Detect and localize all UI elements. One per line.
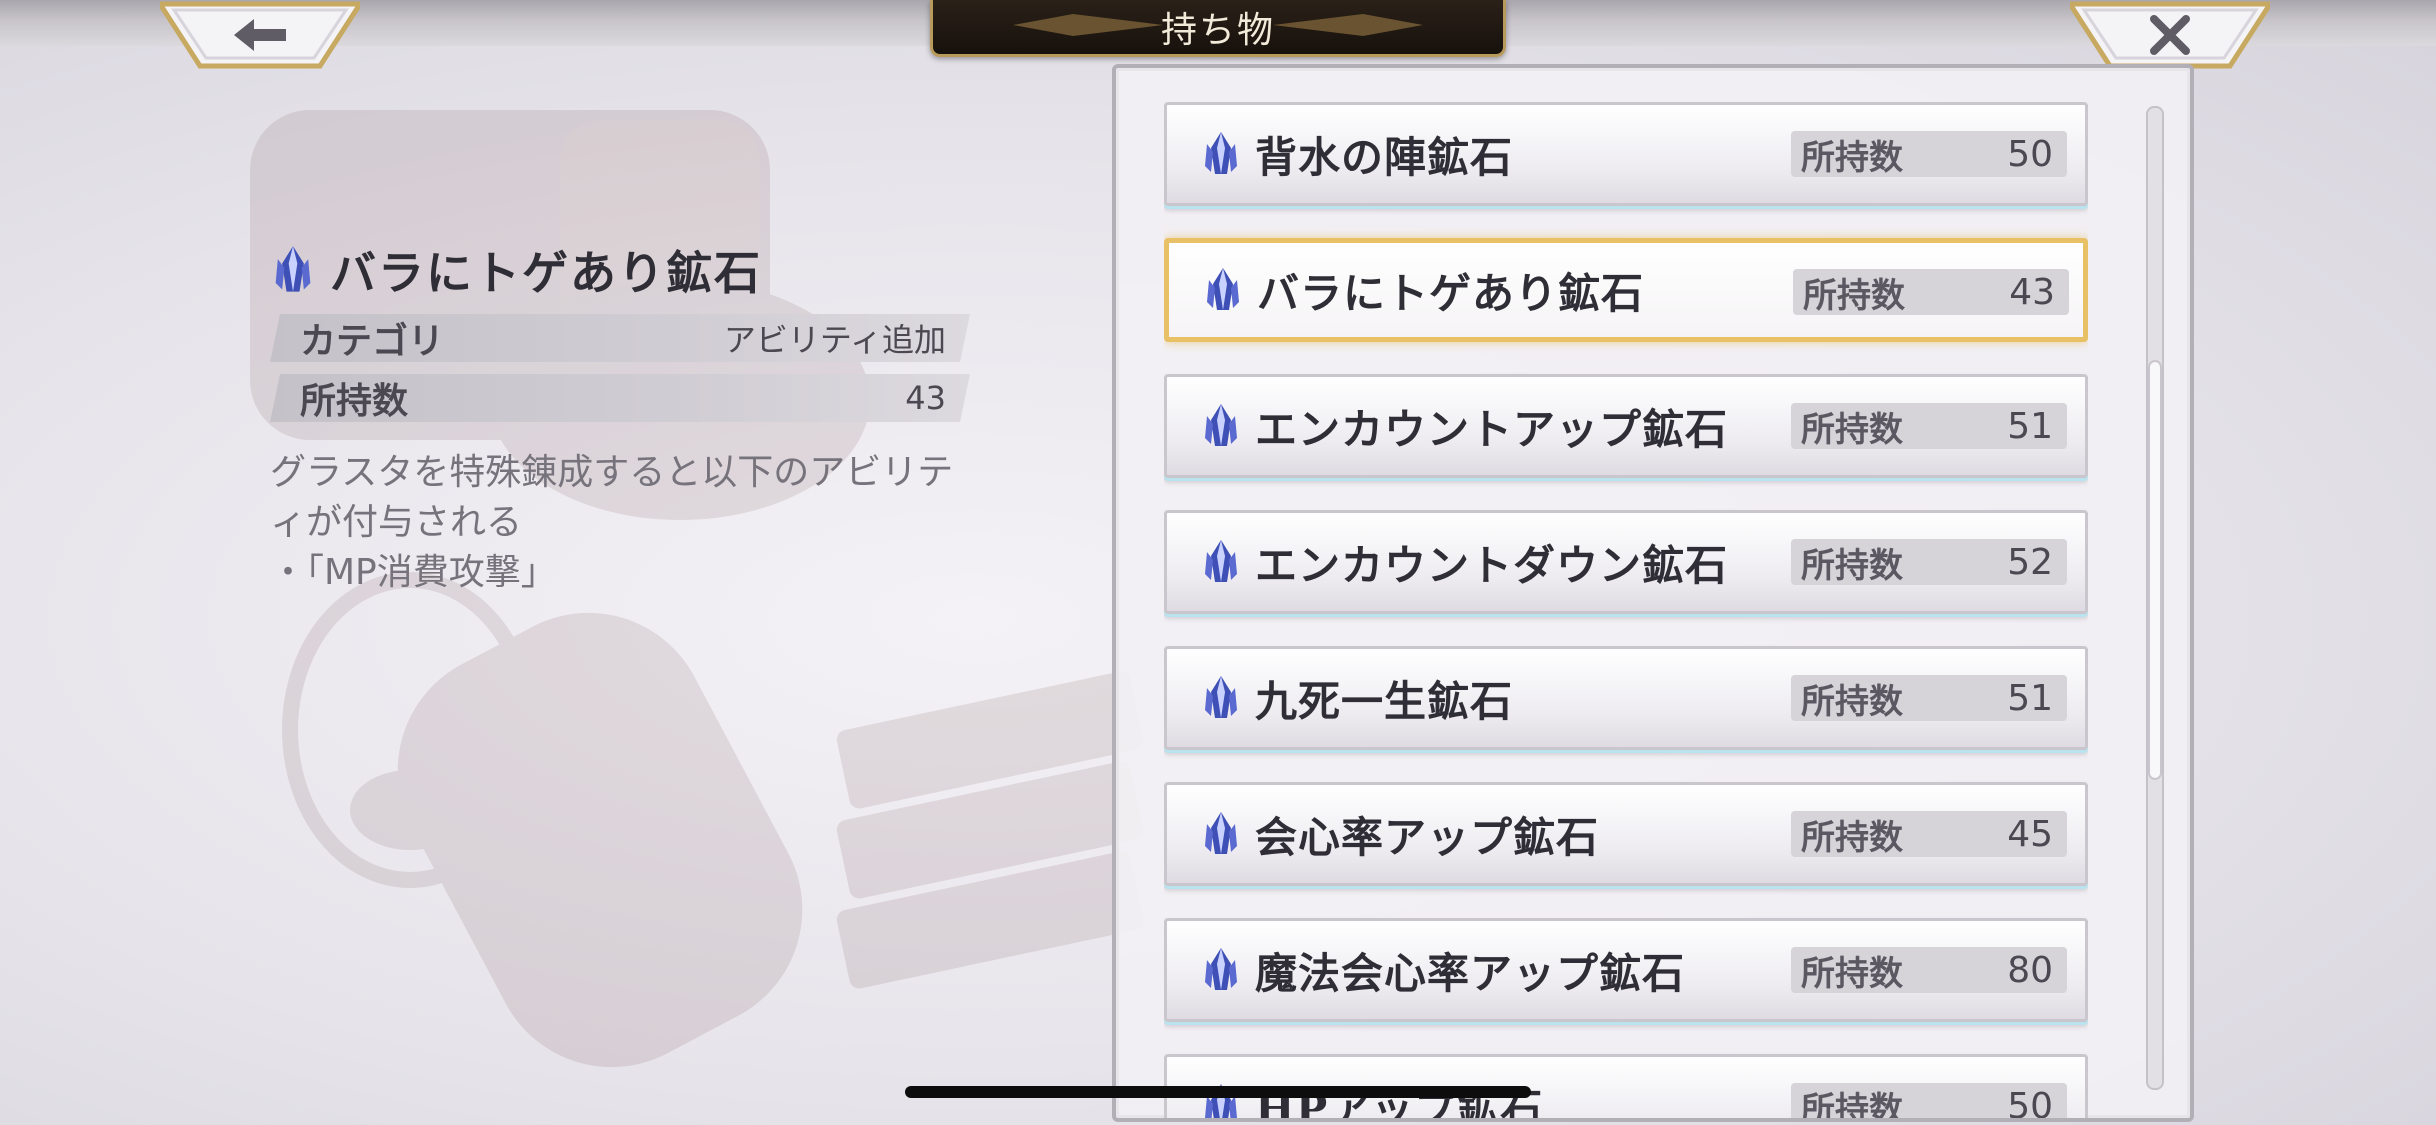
close-icon — [2150, 15, 2190, 55]
list-item[interactable]: 会心率アップ鉱石 所持数 45 — [1164, 782, 2088, 886]
crystal-icon — [275, 246, 311, 292]
crystal-icon — [1205, 540, 1237, 582]
item-list[interactable]: 背水の陣鉱石 所持数 50 バラにトゲあり鉱石 所持数 43 エンカウントアップ鉱石 所持数 5… — [1164, 102, 2088, 1122]
scrollbar[interactable] — [2146, 106, 2164, 1090]
item-name: 会心率アップ鉱石 — [1255, 812, 1600, 862]
crystal-icon — [1205, 948, 1237, 990]
crystal-icon — [1205, 676, 1237, 718]
item-list-panel[interactable]: 背水の陣鉱石 所持数 50 バラにトゲあり鉱石 所持数 43 エンカウントアップ鉱石 所持数 5… — [1112, 64, 2194, 1122]
item-count-box: 所持数 80 — [1791, 947, 2067, 994]
ornament-left-icon — [1013, 14, 1163, 36]
item-name: 背水の陣鉱石 — [1255, 132, 1514, 182]
item-count-value: 50 — [2007, 1085, 2053, 1122]
item-count-label: 所持数 — [1801, 953, 1903, 994]
item-count-label: 所持数 — [1801, 681, 1903, 722]
item-description: グラスタを特殊錬成すると以下のアビリテ ィが付与される ・「MP消費攻撃」 — [270, 448, 970, 598]
item-count-box: 所持数 52 — [1791, 539, 2067, 586]
list-item[interactable]: 九死一生鉱石 所持数 51 — [1164, 646, 2088, 750]
item-count-box: 所持数 51 — [1791, 675, 2067, 722]
item-count-label: 所持数 — [1801, 137, 1903, 178]
item-count-box: 所持数 51 — [1791, 403, 2067, 450]
ornament-right-icon — [1273, 14, 1423, 36]
item-count-label: 所持数 — [1803, 275, 1905, 316]
item-count-label: 所持数 — [1801, 1089, 1903, 1122]
item-count-value: 45 — [2007, 813, 2053, 855]
list-item[interactable]: エンカウントダウン鉱石 所持数 52 — [1164, 510, 2088, 614]
list-item[interactable]: 背水の陣鉱石 所持数 50 — [1164, 102, 2088, 206]
item-count-label: 所持数 — [1801, 409, 1903, 450]
item-count-box: 所持数 43 — [1793, 269, 2069, 316]
item-count-box: 所持数 45 — [1791, 811, 2067, 858]
category-label: カテゴリ — [300, 321, 445, 362]
crystal-icon — [1205, 404, 1237, 446]
description-line: ィが付与される — [270, 502, 523, 543]
item-count-value: 51 — [2007, 405, 2053, 447]
count-label: 所持数 — [300, 381, 409, 422]
item-name: 魔法会心率アップ鉱石 — [1255, 948, 1686, 998]
item-detail-name: バラにトゲあり鉱石 — [330, 246, 762, 300]
item-count-value: 52 — [2007, 541, 2053, 583]
list-item[interactable]: エンカウントアップ鉱石 所持数 51 — [1164, 374, 2088, 478]
item-count-value: 50 — [2007, 133, 2053, 175]
item-count-box: 所持数 50 — [1791, 131, 2067, 178]
item-detail-panel: バラにトゲあり鉱石 カテゴリ アビリティ追加 所持数 43 グラスタを特殊錬成す… — [270, 240, 970, 598]
close-button[interactable] — [2070, 0, 2270, 70]
crystal-icon — [1207, 268, 1239, 310]
back-button[interactable] — [160, 0, 360, 70]
item-name: エンカウントアップ鉱石 — [1255, 404, 1729, 454]
description-line: グラスタを特殊錬成すると以下のアビリテ — [270, 452, 954, 493]
crystal-icon — [1205, 132, 1237, 174]
item-name: 九死一生鉱石 — [1255, 676, 1514, 726]
list-item[interactable]: バラにトゲあり鉱石 所持数 43 — [1164, 238, 2088, 342]
item-count-box: 所持数 50 — [1791, 1083, 2067, 1122]
item-count-value: 80 — [2007, 949, 2053, 991]
item-count-value: 51 — [2007, 677, 2053, 719]
page-title: 持ち物 — [1160, 10, 1275, 51]
title-plate: 持ち物 — [930, 0, 1506, 57]
category-value: アビリティ追加 — [723, 321, 946, 359]
description-line: ・「MP消費攻撃」 — [270, 552, 557, 593]
item-count-value: 43 — [2009, 271, 2055, 313]
home-indicator[interactable] — [905, 1086, 1531, 1098]
scrollbar-thumb[interactable] — [2148, 360, 2162, 780]
crystal-icon — [1205, 812, 1237, 854]
category-row: カテゴリ アビリティ追加 — [270, 314, 970, 362]
count-value: 43 — [905, 379, 946, 417]
list-item[interactable]: 魔法会心率アップ鉱石 所持数 80 — [1164, 918, 2088, 1022]
item-name: HPアップ鉱石 — [1255, 1084, 1544, 1122]
item-count-label: 所持数 — [1801, 545, 1903, 586]
item-count-label: 所持数 — [1801, 817, 1903, 858]
count-row: 所持数 43 — [270, 374, 970, 422]
arrow-left-icon — [234, 19, 286, 51]
item-name: エンカウントダウン鉱石 — [1255, 540, 1729, 590]
item-name: バラにトゲあり鉱石 — [1257, 268, 1645, 318]
item-detail-header: バラにトゲあり鉱石 — [270, 240, 970, 300]
